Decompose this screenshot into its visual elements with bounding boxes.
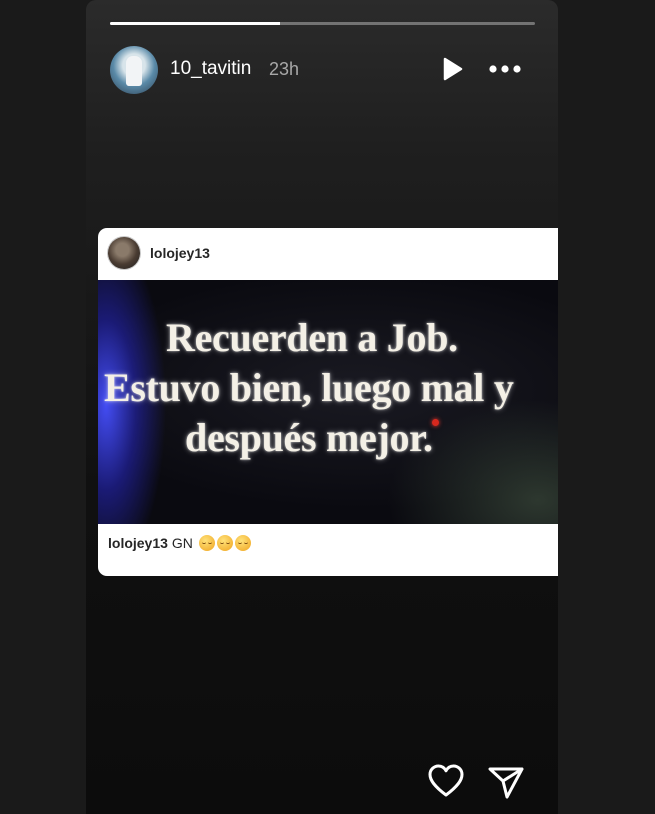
share-button[interactable]	[486, 764, 526, 800]
post-caption: lolojey13 GN	[108, 535, 251, 551]
play-icon	[443, 57, 463, 81]
sleeping-face-emoji	[198, 535, 215, 551]
avatar-photo	[126, 56, 142, 86]
author-username[interactable]: 10_tavitin	[170, 58, 251, 80]
sleeping-face-emoji	[234, 535, 251, 551]
story-timestamp: 23h	[269, 59, 300, 79]
more-horizontal-icon	[489, 65, 521, 73]
quote-line-1: Recuerden a Job.	[166, 315, 458, 360]
shared-post-card[interactable]: lolojey13 Recuerden a Job. Estuvo bien, …	[98, 228, 558, 576]
post-author-avatar[interactable]	[108, 237, 140, 269]
play-button[interactable]	[438, 55, 466, 83]
story-progress-fill	[110, 22, 280, 25]
author-avatar[interactable]	[110, 46, 158, 94]
caption-emojis	[197, 535, 251, 551]
story-progress-bar	[110, 22, 535, 25]
post-username[interactable]: lolojey13	[150, 245, 210, 261]
post-image: Recuerden a Job. Estuvo bien, luego mal …	[98, 280, 558, 524]
quote-line-3: después mejor.	[185, 415, 433, 460]
caption-username[interactable]: lolojey13	[108, 535, 168, 551]
story-viewer: 10_tavitin 23h lolojey13 Recuerden a Job…	[86, 0, 558, 814]
send-icon	[488, 767, 524, 799]
caption-text: GN	[171, 535, 193, 551]
quote-line-2: Estuvo bien, luego mal y	[104, 365, 514, 410]
more-options-button[interactable]	[486, 55, 524, 83]
heart-icon	[428, 764, 464, 797]
red-light-spot	[432, 419, 439, 426]
like-button[interactable]	[426, 762, 466, 800]
sleeping-face-emoji	[216, 535, 233, 551]
